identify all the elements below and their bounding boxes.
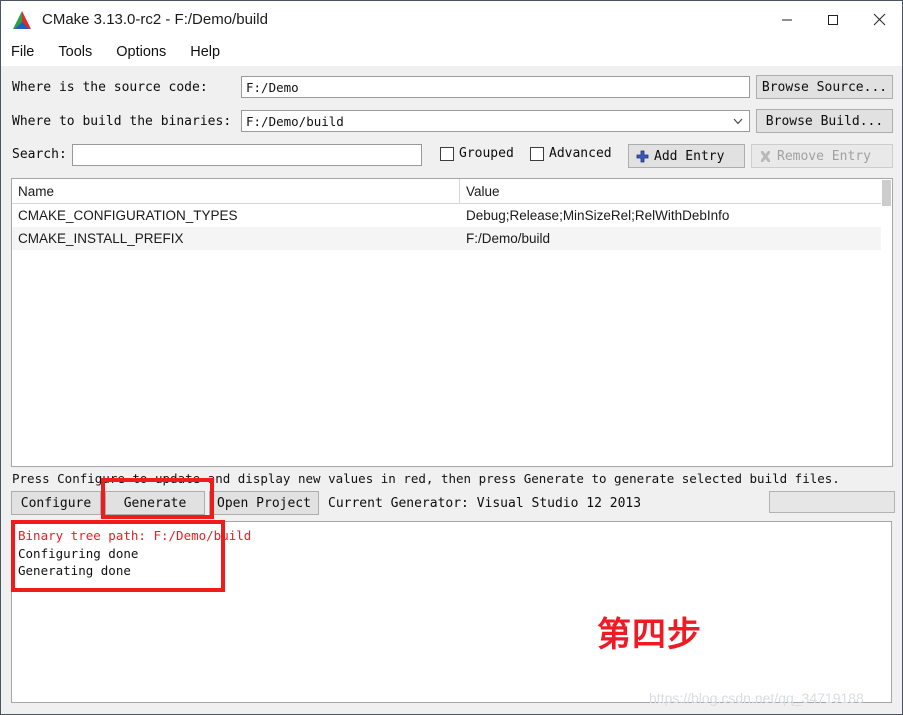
main-panel: Where is the source code: F:/Demo Browse…: [1, 66, 902, 714]
menu-item-options[interactable]: Options: [116, 42, 177, 62]
configure-button[interactable]: Configure: [11, 491, 101, 515]
grouped-label: Grouped: [459, 146, 514, 161]
checkbox-box-advanced[interactable]: [530, 146, 544, 161]
browse-build-button[interactable]: Browse Build...: [756, 109, 893, 133]
cache-variables-table[interactable]: Name Value CMAKE_CONFIGURATION_TYPES Deb…: [11, 178, 893, 467]
close-icon[interactable]: [856, 1, 902, 38]
column-header-name[interactable]: Name: [12, 179, 460, 203]
menu-item-help[interactable]: Help: [190, 42, 231, 62]
checkbox-box-grouped[interactable]: [440, 146, 454, 161]
remove-entry-label: Remove Entry: [777, 148, 871, 164]
cell-name: CMAKE_INSTALL_PREFIX: [18, 231, 184, 246]
progress-bar: [769, 491, 895, 513]
action-button-row: Configure Generate Open Project Current …: [11, 489, 893, 517]
remove-entry-button[interactable]: Remove Entry: [751, 144, 893, 168]
log-line: Binary tree path: F:/Demo/build: [18, 528, 252, 543]
window-title: CMake 3.13.0-rc2 - F:/Demo/build: [42, 11, 268, 28]
title-bar: CMake 3.13.0-rc2 - F:/Demo/build: [1, 1, 902, 38]
cell-name: CMAKE_CONFIGURATION_TYPES: [18, 208, 238, 223]
watermark-text: https://blog.csdn.net/qq_34719188: [649, 690, 864, 706]
plus-icon: [636, 150, 649, 163]
advanced-checkbox[interactable]: Advanced: [530, 146, 612, 161]
table-row[interactable]: CMAKE_INSTALL_PREFIX F:/Demo/build: [12, 227, 892, 250]
add-entry-button[interactable]: Add Entry: [628, 144, 745, 168]
build-path-label: Where to build the binaries:: [12, 114, 232, 129]
build-path-combobox[interactable]: F:/Demo/build: [241, 110, 750, 132]
build-path-value: F:/Demo/build: [246, 113, 344, 129]
add-entry-label: Add Entry: [654, 148, 725, 164]
minimize-icon[interactable]: [764, 1, 810, 38]
menu-item-file[interactable]: File: [11, 42, 45, 62]
grouped-checkbox[interactable]: Grouped: [440, 146, 514, 161]
window-controls: [764, 1, 902, 38]
menu-item-tools[interactable]: Tools: [58, 42, 103, 62]
advanced-label: Advanced: [549, 146, 612, 161]
table-row[interactable]: CMAKE_CONFIGURATION_TYPES Debug;Release;…: [12, 204, 892, 227]
search-label: Search:: [12, 147, 67, 162]
open-project-button[interactable]: Open Project: [209, 491, 319, 515]
step-annotation-text: 第四步: [597, 615, 702, 655]
menu-bar: File Tools Options Help: [1, 38, 902, 66]
search-input[interactable]: [72, 144, 422, 166]
remove-x-icon: [759, 150, 772, 163]
browse-source-button[interactable]: Browse Source...: [756, 75, 893, 99]
hint-text: Press Configure to update and display ne…: [12, 471, 840, 486]
source-path-label: Where is the source code:: [12, 80, 208, 95]
column-header-value[interactable]: Value: [460, 179, 892, 203]
cell-value[interactable]: Debug;Release;MinSizeRel;RelWithDebInfo: [460, 208, 892, 223]
output-log[interactable]: Binary tree path: F:/Demo/build Configur…: [11, 521, 892, 703]
log-line: Generating done: [18, 563, 131, 578]
cmake-logo-icon: [11, 10, 33, 30]
source-path-input[interactable]: F:/Demo: [241, 76, 750, 98]
log-line: Configuring done: [18, 545, 139, 561]
cell-value[interactable]: F:/Demo/build: [460, 231, 892, 246]
chevron-down-icon[interactable]: [731, 114, 745, 128]
generate-button[interactable]: Generate: [105, 491, 205, 515]
table-header-row: Name Value: [12, 179, 892, 204]
maximize-icon[interactable]: [810, 1, 856, 38]
scrollbar-thumb[interactable]: [882, 180, 891, 206]
cmake-gui-window: CMake 3.13.0-rc2 - F:/Demo/build File To…: [0, 0, 903, 715]
current-generator-label: Current Generator: Visual Studio 12 2013: [328, 495, 642, 511]
table-vertical-scrollbar[interactable]: [881, 179, 892, 466]
